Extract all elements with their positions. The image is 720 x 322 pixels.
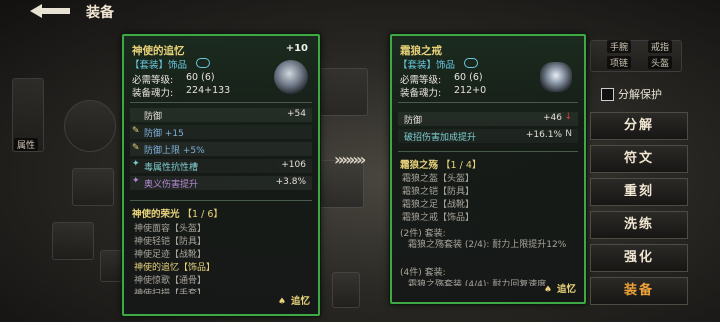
- stat-row: 防御 +46 ↓: [398, 112, 578, 126]
- divider: [130, 102, 312, 103]
- recall-icon: ♠: [543, 285, 552, 295]
- recall-icon: ♠: [277, 297, 286, 307]
- bg-play-slot: [332, 272, 360, 308]
- item-name: 霜狼之戒: [400, 45, 442, 57]
- set-bonus-head: (2件) 套装:: [400, 229, 446, 239]
- stat-value: +3.8%: [275, 177, 306, 187]
- decrease-arrow-icon: ↓: [564, 112, 572, 122]
- bg-slot: [318, 68, 368, 116]
- rune-icon: ✦: [132, 159, 140, 169]
- decompose-button[interactable]: 分解: [590, 112, 688, 140]
- divider: [398, 102, 578, 103]
- new-stat-icon: Ν: [565, 129, 572, 139]
- stat-label: 防御: [144, 112, 163, 122]
- back-arrow-icon[interactable]: [28, 2, 72, 20]
- set-header: 霜狼之殇 【1 / 4】: [400, 157, 481, 171]
- req-level-label: 必需等级:: [400, 75, 442, 86]
- set-header: 神使的荣光 【1 / 6】: [132, 206, 223, 220]
- req-level-value: 60 (6): [186, 72, 215, 83]
- ring-icon: [540, 62, 572, 92]
- recall-label: 追忆: [556, 284, 576, 295]
- stat-row: ✎ 防御 +15: [130, 125, 312, 139]
- set-item-owned: 霜狼之戒【饰品】: [402, 213, 475, 223]
- protect-checkbox[interactable]: [601, 88, 614, 101]
- bg-label: 项链: [607, 56, 632, 69]
- set-item: 神使轻铠【防具】: [134, 237, 207, 247]
- equip-button[interactable]: 装备: [590, 277, 688, 305]
- equipped-item-card: 神使的追忆 +10 【套装】饰品 必需等级: 60 (6) 装备魂力: 224+…: [122, 34, 320, 316]
- set-item: 神使面容【头盔】: [134, 224, 207, 234]
- set-count: 【1 / 4】: [441, 160, 482, 171]
- link-icon: [464, 58, 478, 68]
- stat-row: ✦ 毒属性抗性槽 +106: [130, 159, 312, 173]
- wrench-icon: ✎: [132, 143, 140, 153]
- protect-label: 分解保护: [618, 88, 662, 101]
- stat-label: 防御 +15: [144, 129, 184, 139]
- stat-row: ✎ 防御上限 +5%: [130, 142, 312, 156]
- set-count: 【1 / 6】: [182, 209, 223, 220]
- set-bonus-text: 霜狼之殇套装 (2/4): 耐力上限提升12%: [408, 240, 567, 250]
- soul-value: 212+0: [454, 85, 487, 96]
- stat-row: ✦ 奥义伤害提升 +3.8%: [130, 176, 312, 190]
- stat-value: +46: [543, 113, 562, 123]
- soul-label: 装备魂力:: [132, 88, 174, 99]
- bg-label: 戒指: [648, 40, 673, 53]
- stat-label: 破招伤害加成提升: [404, 133, 477, 143]
- page-title: 装备: [86, 5, 114, 21]
- stat-row: 破招伤害加成提升 +16.1% Ν: [398, 129, 578, 143]
- item-tag: 【套装】饰品: [398, 60, 456, 71]
- set-item: 神使惊歌【通骨】: [134, 276, 207, 286]
- bg-slot: [52, 222, 94, 260]
- compare-arrow-icon: »»»»: [334, 150, 366, 169]
- item-name: 神使的追忆: [132, 45, 185, 57]
- bg-label: 头盔: [648, 56, 673, 69]
- soul-value: 224+133: [186, 85, 231, 96]
- soul-label: 装备魂力:: [400, 88, 442, 99]
- set-item: 霜狼之铠【防具】: [402, 187, 475, 197]
- stat-value: +106: [281, 160, 306, 170]
- rune-icon: ✦: [132, 176, 140, 186]
- bg-slot: [72, 168, 114, 206]
- set-title: 神使的荣光: [132, 209, 180, 220]
- set-item: 霜狼之足【战靴】: [402, 200, 475, 210]
- bg-label-attr: 属性: [14, 138, 39, 151]
- divider: [398, 151, 578, 152]
- refine-button[interactable]: 洗练: [590, 211, 688, 239]
- set-item: 神使扫描【手套】: [134, 289, 207, 294]
- item-tag: 【套装】饰品: [130, 60, 188, 71]
- divider: [130, 200, 312, 201]
- req-level-value: 60 (6): [454, 72, 483, 83]
- recall-tag: ♠ 追忆: [278, 289, 310, 308]
- enhance-button[interactable]: 强化: [590, 244, 688, 272]
- wrench-icon: ✎: [132, 126, 140, 136]
- set-item-owned: 神使的追忆【饰品】: [134, 263, 216, 273]
- set-item: 神使足迹【战靴】: [134, 250, 207, 260]
- stat-label: 防御: [404, 116, 423, 126]
- enhance-level: +10: [285, 43, 308, 54]
- reforge-button[interactable]: 重刻: [590, 178, 688, 206]
- bg-slot-circle: [64, 100, 116, 152]
- stat-label: 防御上限 +5%: [144, 146, 205, 156]
- stat-row: 防御 +54: [130, 108, 312, 122]
- necklace-icon: [274, 60, 308, 94]
- stat-label: 毒属性抗性槽: [144, 163, 199, 173]
- new-item-card: 霜狼之戒 【套装】饰品 必需等级: 60 (6) 装备魂力: 212+0 防御 …: [390, 34, 586, 304]
- stat-label: 奥义伤害提升: [144, 180, 199, 190]
- stat-value: +16.1%: [525, 130, 562, 140]
- bg-label: 手腕: [607, 40, 632, 53]
- recall-label: 追忆: [290, 296, 310, 307]
- req-level-label: 必需等级:: [132, 75, 174, 86]
- set-item: 霜狼之盔【头盔】: [402, 174, 475, 184]
- link-icon: [196, 58, 210, 68]
- stat-value: +54: [287, 109, 306, 119]
- set-title: 霜狼之殇: [400, 160, 439, 171]
- recall-tag: ♠ 追忆: [544, 277, 576, 296]
- rune-button[interactable]: 符文: [590, 145, 688, 173]
